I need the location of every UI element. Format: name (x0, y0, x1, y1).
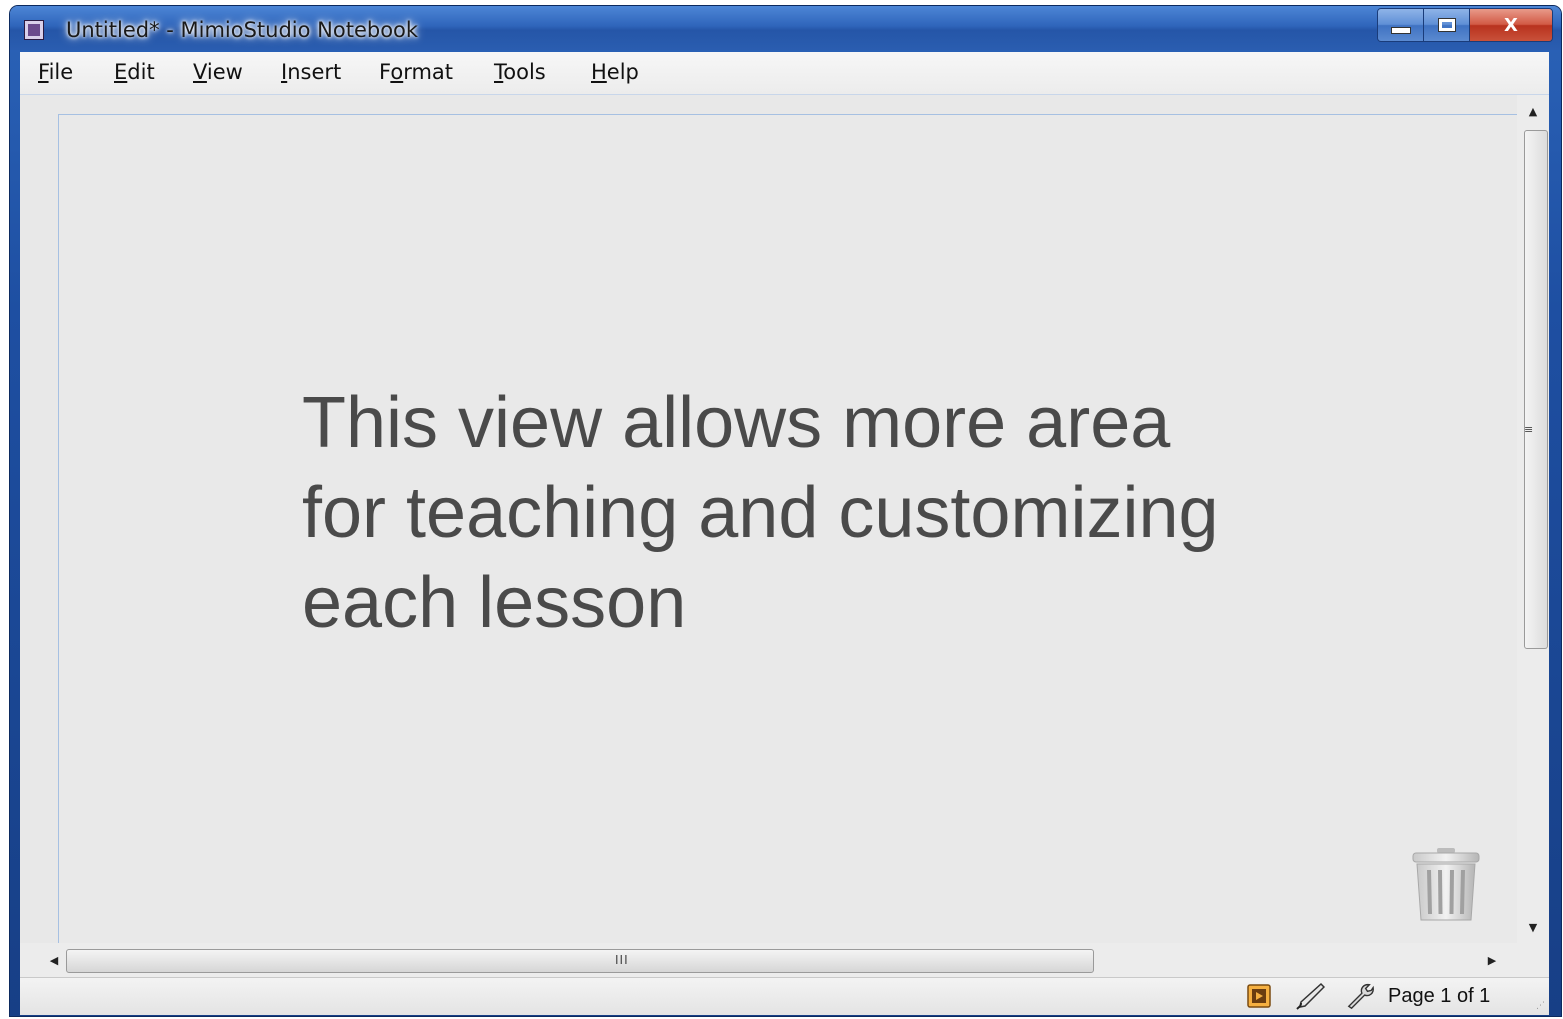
client-area: File Edit View Insert Format Tools Help … (20, 52, 1549, 1015)
maximize-button[interactable] (1424, 9, 1470, 41)
scroll-down-button[interactable]: ▼ (1517, 913, 1549, 941)
lesson-text-object[interactable]: This view allows more area for teaching … (302, 378, 1302, 648)
menu-format[interactable]: Format (379, 60, 453, 84)
menu-insert[interactable]: Insert (281, 60, 341, 84)
menu-edit[interactable]: Edit (114, 60, 155, 84)
menu-file-rest: ile (48, 60, 74, 84)
status-bar: Page 1 of 1 ⋰ (20, 977, 1549, 1015)
trash-icon[interactable] (1411, 848, 1481, 923)
horizontal-scroll-thumb[interactable]: III (66, 949, 1094, 973)
vertical-grip-icon: ≡ (1524, 423, 1534, 436)
scroll-up-button[interactable]: ▲ (1517, 97, 1549, 125)
caption-buttons: X (1377, 8, 1553, 42)
menu-format-rest: rmat (403, 60, 454, 84)
scroll-corner (1517, 943, 1549, 977)
wrench-icon[interactable] (1345, 982, 1375, 1010)
notebook-page[interactable]: This view allows more area for teaching … (58, 114, 1518, 944)
menu-view-accel: V (193, 60, 207, 84)
menu-format-pre: F (379, 60, 391, 84)
menu-tools-accel: T (494, 60, 504, 84)
app-window: Untitled* - MimioStudio Notebook X File … (10, 6, 1561, 1016)
maximize-icon (1437, 18, 1456, 32)
title-bar[interactable]: Untitled* - MimioStudio Notebook X (10, 6, 1561, 50)
menu-edit-rest: dit (127, 60, 155, 84)
resize-grip[interactable]: ⋰ (1536, 1001, 1545, 1011)
close-icon: X (1504, 14, 1518, 36)
window-title: Untitled* - MimioStudio Notebook (66, 18, 419, 42)
menu-file-accel: F (38, 60, 49, 84)
menu-help-rest: elp (606, 60, 639, 84)
notebook-icon[interactable] (24, 20, 44, 40)
menu-help[interactable]: Help (591, 60, 639, 84)
menu-bar: File Edit View Insert Format Tools Help (20, 52, 1549, 95)
menu-edit-accel: E (114, 60, 128, 84)
scroll-right-button[interactable]: ▶ (1476, 943, 1508, 977)
close-button[interactable]: X (1470, 9, 1552, 41)
minimize-button[interactable] (1378, 9, 1424, 41)
horizontal-scrollbar[interactable]: ◀ III ▶ (20, 943, 1517, 977)
menu-tools[interactable]: Tools (494, 60, 546, 84)
menu-format-accel: o (390, 60, 404, 84)
minimize-icon (1390, 26, 1411, 34)
menu-insert-rest: nsert (287, 60, 342, 84)
vertical-scroll-thumb[interactable] (1524, 130, 1548, 649)
menu-view[interactable]: View (193, 60, 243, 84)
menu-tools-rest: ools (503, 60, 546, 84)
menu-view-rest: iew (206, 60, 243, 84)
menu-file[interactable]: File (38, 60, 73, 84)
horizontal-grip-icon: III (615, 953, 629, 967)
vertical-scrollbar[interactable]: ▲ ≡ ▼ (1517, 95, 1549, 943)
notebook-canvas-area: This view allows more area for teaching … (20, 95, 1518, 944)
page-indicator: Page 1 of 1 (1388, 985, 1491, 1007)
menu-help-accel: H (591, 60, 607, 84)
presentation-icon[interactable] (1244, 982, 1274, 1010)
pen-icon[interactable] (1295, 982, 1325, 1010)
